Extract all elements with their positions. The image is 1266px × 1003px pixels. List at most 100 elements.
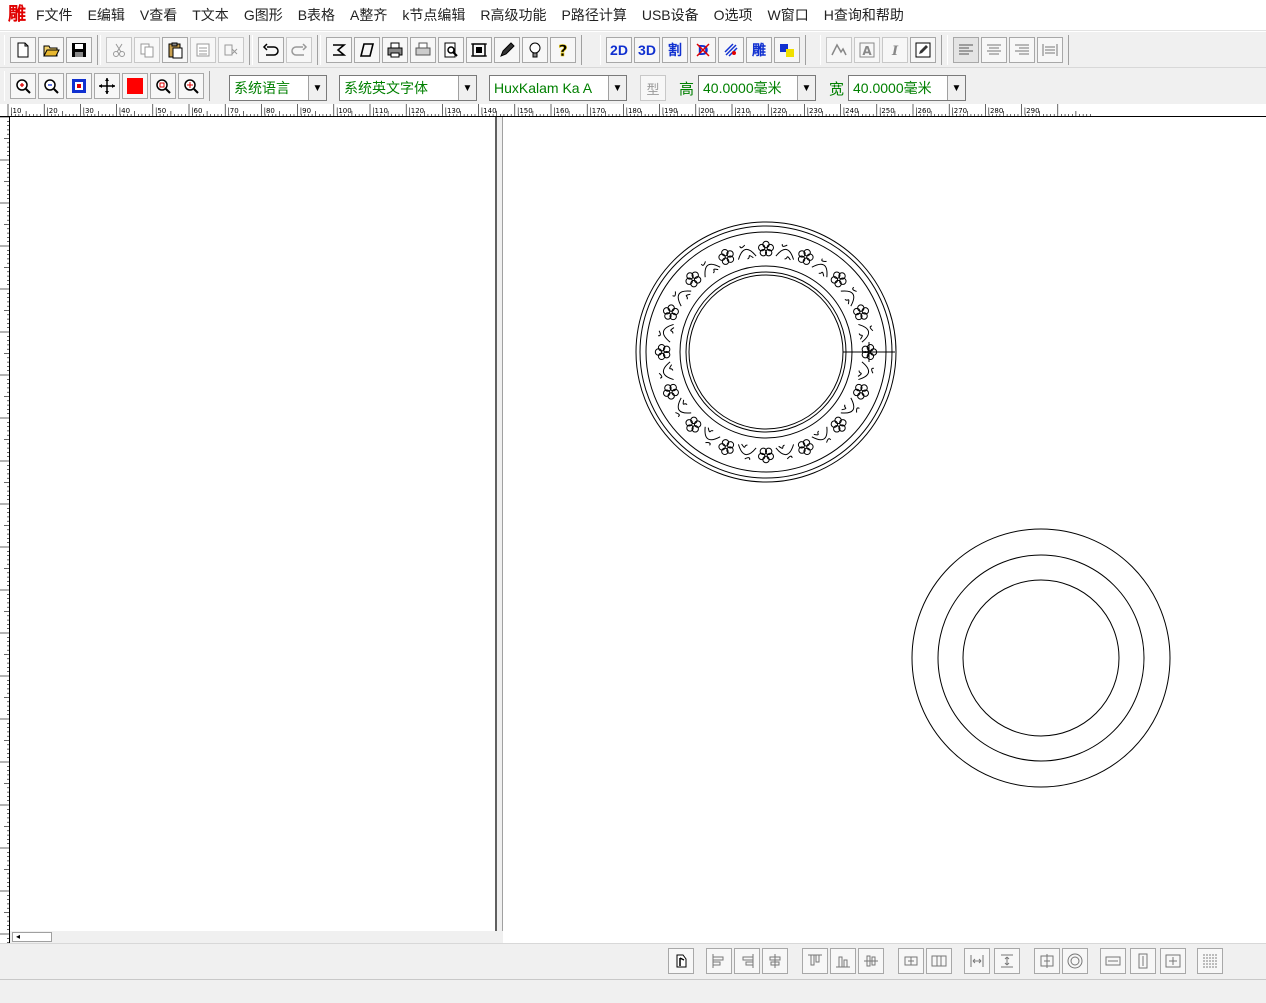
drawing-canvas[interactable] (503, 117, 1266, 943)
zoom-out-icon[interactable] (38, 73, 64, 99)
menu-node-edit[interactable]: k节点编辑 (395, 0, 473, 31)
grid-icon[interactable] (1197, 948, 1223, 974)
menu-text[interactable]: T文本 (185, 0, 237, 31)
menu-path-calc[interactable]: P路径计算 (555, 0, 635, 31)
space-h-icon[interactable] (964, 948, 990, 974)
paste-icon[interactable] (162, 37, 188, 63)
italic-frame-icon[interactable] (354, 37, 380, 63)
justify-icon[interactable] (1037, 37, 1063, 63)
chevron-down-icon[interactable]: ▼ (308, 76, 326, 100)
pane-splitter[interactable] (495, 117, 503, 931)
zoom-all-icon[interactable] (178, 73, 204, 99)
clear-icon[interactable] (218, 37, 244, 63)
menu-advanced[interactable]: R高级功能 (473, 0, 554, 31)
same-size-icon[interactable] (1160, 948, 1186, 974)
style-button[interactable]: 型 (640, 75, 666, 101)
align-left-edge-icon[interactable] (706, 948, 732, 974)
english-font-select[interactable]: 系统英文字体 ▼ (339, 75, 477, 101)
horizontal-ruler-ticks: |10 |20 |30 |40 |50 |60 |70 |80 |90 |100 |110 |120 |… (7, 104, 1091, 116)
height-input[interactable]: 40.0000毫米 ▼ (698, 75, 816, 101)
align-left-icon[interactable] (953, 37, 979, 63)
menu-edit[interactable]: E编辑 (81, 0, 133, 31)
undo-icon[interactable] (258, 37, 284, 63)
menu-view[interactable]: V查看 (133, 0, 185, 31)
distribute-h-icon[interactable] (898, 948, 924, 974)
menu-window[interactable]: W窗口 (761, 0, 817, 31)
ornament-vine (775, 444, 795, 460)
help-icon[interactable]: ? (550, 37, 576, 63)
node-icon[interactable] (668, 948, 694, 974)
ornament-vine (811, 258, 828, 278)
same-width-icon[interactable] (1100, 948, 1126, 974)
pen-icon[interactable] (494, 37, 520, 63)
space-v-icon[interactable] (994, 948, 1020, 974)
object-list-pane[interactable] (10, 117, 495, 931)
print-icon[interactable] (382, 37, 408, 63)
pan-icon[interactable] (94, 73, 120, 99)
print-setup-icon[interactable] (410, 37, 436, 63)
height-input-value: 40.0000毫米 (703, 80, 782, 96)
align-center-icon[interactable] (981, 37, 1007, 63)
language-select[interactable]: 系统语言 ▼ (229, 75, 327, 101)
italic-icon[interactable]: I (882, 37, 908, 63)
menu-align[interactable]: A整齐 (343, 0, 395, 31)
zoom-window-icon[interactable] (150, 73, 176, 99)
menu-graphics[interactable]: G图形 (237, 0, 291, 31)
chevron-down-icon[interactable]: ▼ (608, 76, 626, 100)
font-select[interactable]: HuxKalam Ka A ▼ (489, 75, 627, 101)
menu-table[interactable]: B表格 (291, 0, 343, 31)
menu-options[interactable]: O选项 (707, 0, 761, 31)
zoom-fit-icon[interactable] (66, 73, 92, 99)
edit-text-icon[interactable] (910, 37, 936, 63)
cut-icon[interactable] (106, 37, 132, 63)
concentric-icon[interactable] (1062, 948, 1088, 974)
chevron-down-icon[interactable]: ▼ (947, 76, 965, 100)
same-height-icon[interactable] (1130, 948, 1156, 974)
cut-button[interactable]: 割 (662, 37, 688, 63)
ornamental-ring[interactable] (635, 221, 897, 483)
horizontal-ruler: |10 |20 |30 |40 |50 |60 |70 |80 |90 |100 |110 |120 |… (0, 104, 1266, 117)
paste-special-icon[interactable] (190, 37, 216, 63)
delete-path-icon[interactable]: D (690, 37, 716, 63)
center-icon[interactable] (1034, 948, 1060, 974)
save-icon[interactable] (66, 37, 92, 63)
redo-icon[interactable] (286, 37, 312, 63)
align-top-icon[interactable] (802, 948, 828, 974)
open-folder-icon[interactable] (38, 37, 64, 63)
menu-help[interactable]: H查询和帮助 (817, 0, 912, 31)
font-select-value: HuxKalam Ka A (494, 80, 593, 96)
zoom-in-icon[interactable] (10, 73, 36, 99)
text-box-icon[interactable]: A (854, 37, 880, 63)
output-icon[interactable] (774, 37, 800, 63)
frame-icon[interactable] (466, 37, 492, 63)
width-input[interactable]: 40.0000毫米 ▼ (848, 75, 966, 101)
color-icon[interactable] (122, 73, 148, 99)
align-bottom-icon[interactable] (830, 948, 856, 974)
hatch-icon[interactable] (718, 37, 744, 63)
carve-button[interactable]: 雕 (746, 37, 772, 63)
file-toolbar-group (4, 35, 98, 65)
menu-file[interactable]: F文件 (29, 0, 81, 31)
svg-text:?: ? (558, 41, 567, 59)
align-hcenter-icon[interactable] (762, 948, 788, 974)
mode-3d-button[interactable]: 3D (634, 37, 660, 63)
align-vcenter-icon[interactable] (858, 948, 884, 974)
align-right-icon[interactable] (1009, 37, 1035, 63)
menu-usb-device[interactable]: USB设备 (635, 0, 707, 31)
mode-2d-button[interactable]: 2D (606, 37, 632, 63)
horizontal-scrollbar[interactable]: ◂ (10, 931, 495, 943)
plain-rings[interactable] (911, 528, 1171, 788)
scroll-left-arrow-icon[interactable]: ◂ (12, 932, 52, 942)
ruler-label: |20 (46, 107, 57, 115)
distribute-v-icon[interactable] (926, 948, 952, 974)
ruler-label: |50 (155, 107, 166, 115)
bulb-icon[interactable] (522, 37, 548, 63)
new-file-icon[interactable] (10, 37, 36, 63)
text-outline-icon[interactable] (826, 37, 852, 63)
preview-icon[interactable] (438, 37, 464, 63)
send-icon[interactable] (326, 37, 352, 63)
copy-icon[interactable] (134, 37, 160, 63)
chevron-down-icon[interactable]: ▼ (458, 76, 476, 100)
chevron-down-icon[interactable]: ▼ (797, 76, 815, 100)
align-right-edge-icon[interactable] (734, 948, 760, 974)
